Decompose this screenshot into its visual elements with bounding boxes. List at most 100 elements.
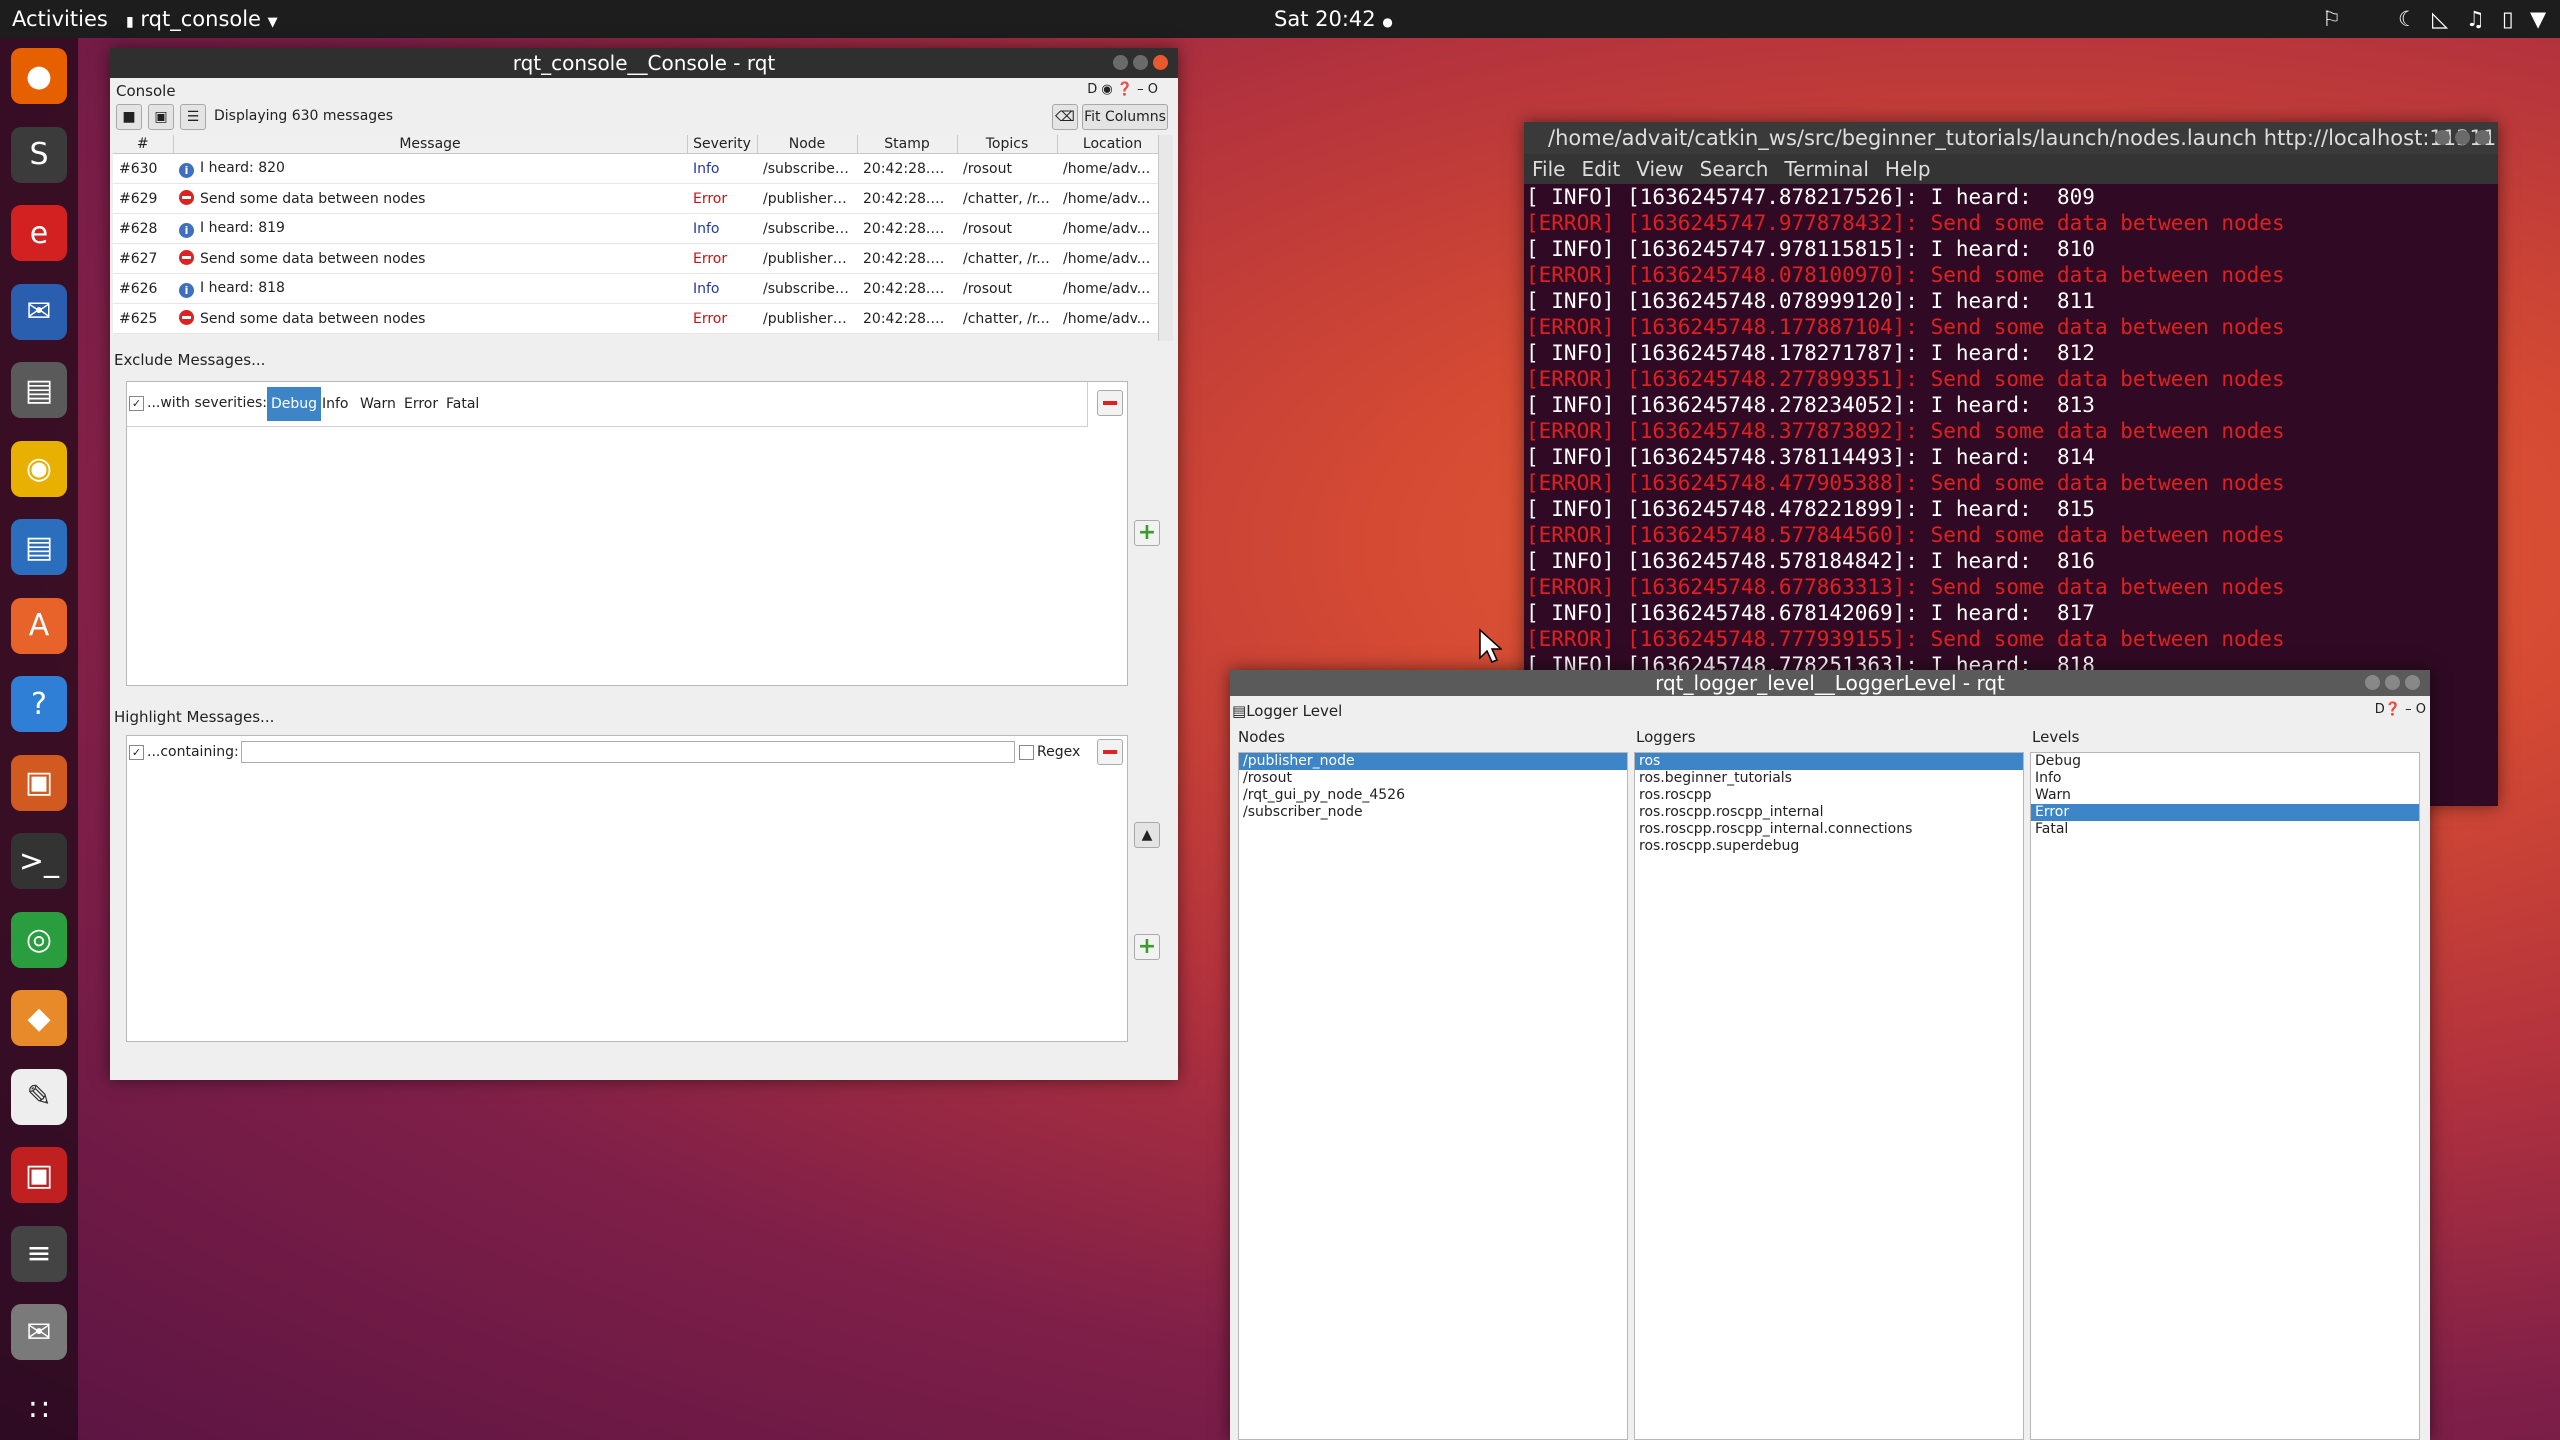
sketch-icon[interactable]: ◆ (11, 990, 67, 1046)
save-icon[interactable]: ▣ (148, 104, 174, 130)
add-highlight-filter-icon[interactable]: + (1134, 934, 1160, 960)
wifi-icon[interactable]: ◺ (2432, 0, 2448, 38)
volume-icon[interactable]: ♫ (2466, 0, 2485, 38)
minimize-button[interactable] (1113, 55, 1128, 70)
logger-close-button[interactable] (2405, 675, 2420, 690)
logger-item[interactable]: ros.beginner_tutorials (1635, 770, 2023, 787)
severity-fatal[interactable]: Fatal (443, 387, 482, 421)
close-button[interactable] (1153, 55, 1168, 70)
logger-titlebar[interactable]: rqt_logger_level__LoggerLevel - rqt (1230, 670, 2430, 696)
level-item[interactable]: Fatal (2031, 821, 2419, 838)
terminal-menu-help[interactable]: Help (1885, 157, 1931, 181)
table-row[interactable]: #627 Send some data between nodes Error/pu… (113, 243, 1168, 274)
app-menu[interactable]: ▮ rqt_console ▼ (126, 0, 278, 42)
firefox-icon[interactable]: ● (11, 48, 67, 104)
highlight-options-icon[interactable]: ▲ (1134, 822, 1160, 848)
column-header[interactable]: # (113, 135, 174, 154)
severity-error[interactable]: Error (401, 387, 441, 421)
node-item[interactable]: /rqt_gui_py_node_4526 (1239, 787, 1627, 804)
logger-minimize-button[interactable] (2365, 675, 2380, 690)
column-header[interactable]: Severity (687, 135, 758, 154)
mail-icon[interactable]: ✉ (11, 1304, 67, 1360)
column-header[interactable]: Location (1057, 135, 1169, 154)
text-editor-icon[interactable]: ✎ (11, 1068, 67, 1125)
terminal-menu-terminal[interactable]: Terminal (1784, 157, 1869, 181)
rhythmbox-icon[interactable]: ◉ (11, 440, 67, 497)
severity-debug[interactable]: Debug (267, 387, 322, 421)
containing-input[interactable] (241, 741, 1015, 763)
severity-filter-checkbox[interactable]: ✓ (129, 396, 144, 411)
files-icon[interactable]: ▤ (11, 362, 67, 418)
logger-maximize-button[interactable] (2385, 675, 2400, 690)
column-header[interactable]: Stamp (857, 135, 958, 154)
terminal-menu-edit[interactable]: Edit (1581, 157, 1620, 181)
loggers-list[interactable]: ros ros.beginner_tutorials ros.roscpp ros.r… (1634, 752, 2024, 1440)
activities-button[interactable]: Activities (12, 0, 108, 38)
column-header[interactable]: Message (173, 135, 688, 154)
terminal-titlebar[interactable]: /home/advait/catkin_ws/src/beginner_tuto… (1524, 122, 2498, 154)
maximize-button[interactable] (1133, 55, 1148, 70)
sublime-icon[interactable]: S (11, 126, 67, 183)
night-light-icon[interactable]: ☾ (2398, 0, 2417, 38)
level-item[interactable]: Debug (2031, 753, 2419, 770)
table-row[interactable]: #630 i I heard: 820 Info/subscriber... 20:42… (113, 153, 1168, 184)
fit-columns-button[interactable]: Fit Columns (1082, 104, 1168, 130)
table-row[interactable]: #626 i I heard: 818 Info/subscriber... 20:42… (113, 273, 1168, 304)
impress-icon[interactable]: ▣ (11, 754, 67, 811)
plugin-controls[interactable]: D ◉ ❓ – O (1087, 82, 1158, 97)
logger-item[interactable]: ros.roscpp.roscpp_internal (1635, 804, 2023, 821)
node-item[interactable]: /publisher_node (1239, 753, 1627, 770)
terminal-maximize-button[interactable] (2455, 130, 2470, 145)
node-item[interactable]: /rosout (1239, 770, 1627, 787)
columns-icon[interactable]: ☰ (180, 104, 206, 130)
logger-item[interactable]: ros.roscpp.superdebug (1635, 838, 2023, 855)
levels-list[interactable]: Debug Info Warn Error Fatal (2030, 752, 2420, 1440)
node-item[interactable]: /subscriber_node (1239, 804, 1627, 821)
clock[interactable]: Sat 20:42 ● (1274, 0, 1393, 41)
terminal-close-button[interactable] (2475, 130, 2490, 145)
logger-item[interactable]: ros.roscpp (1635, 787, 2023, 804)
chrome-icon[interactable]: ◎ (11, 911, 67, 968)
logger-item[interactable]: ros.roscpp.roscpp_internal.connections (1635, 821, 2023, 838)
console-titlebar[interactable]: rqt_console__Console - rqt (110, 48, 1178, 78)
logger-plugin-controls[interactable]: D❓ – O (2375, 702, 2426, 717)
editor-icon[interactable]: e (11, 205, 67, 261)
app-grid-icon[interactable]: ∷ (11, 1383, 67, 1439)
level-item[interactable]: Error (2031, 804, 2419, 821)
clear-icon[interactable]: ⌫ (1052, 104, 1078, 130)
containing-filter-checkbox[interactable]: ✓ (129, 745, 144, 760)
terminal-menu-view[interactable]: View (1636, 157, 1683, 181)
remove-highlight-filter-icon[interactable] (1097, 739, 1123, 765)
table-row[interactable]: #625 Send some data between nodes Error/pu… (113, 303, 1168, 334)
regex-checkbox[interactable] (1019, 745, 1034, 760)
battery-icon[interactable]: ▯ (2502, 0, 2514, 38)
table-scrollbar[interactable] (1158, 135, 1173, 341)
accessibility-icon[interactable]: ⚐ (2322, 0, 2341, 38)
help-icon[interactable]: ? (11, 676, 67, 732)
software-icon[interactable]: A (11, 597, 67, 654)
list-icon[interactable]: ≡ (11, 1225, 67, 1282)
column-header[interactable]: Node (757, 135, 858, 154)
screen-icon[interactable]: ▣ (11, 1147, 67, 1203)
remove-filter-icon[interactable] (1097, 390, 1123, 416)
terminal-icon[interactable]: >_ (11, 833, 67, 889)
terminal-minimize-button[interactable] (2435, 130, 2450, 145)
table-row[interactable]: #629 Send some data between nodes Error/pu… (113, 183, 1168, 214)
column-header[interactable]: Topics (957, 135, 1058, 154)
writer-icon[interactable]: ▤ (11, 519, 67, 575)
logger-item[interactable]: ros (1635, 753, 2023, 770)
severity-info[interactable]: Info (319, 387, 352, 421)
row-topics: /rosout (957, 153, 1057, 184)
thunderbird-icon[interactable]: ✉ (11, 283, 67, 340)
severity-warn[interactable]: Warn (357, 387, 399, 421)
terminal-menu-file[interactable]: File (1532, 157, 1565, 181)
level-item[interactable]: Info (2031, 770, 2419, 787)
terminal-menu-search[interactable]: Search (1700, 157, 1769, 181)
message-table[interactable]: # Message Severity Node Stamp Topics Location … (113, 135, 1169, 334)
nodes-list[interactable]: /publisher_node/rosout/rqt_gui_py_node_4… (1238, 752, 1628, 1440)
table-row[interactable]: #628 i I heard: 819 Info/subscriber... 20:42… (113, 213, 1168, 244)
level-item[interactable]: Warn (2031, 787, 2419, 804)
pause-icon[interactable]: ■ (116, 104, 142, 130)
add-exclude-filter-icon[interactable]: + (1134, 520, 1160, 546)
system-menu-chevron-icon[interactable]: ▼ (2530, 0, 2546, 38)
